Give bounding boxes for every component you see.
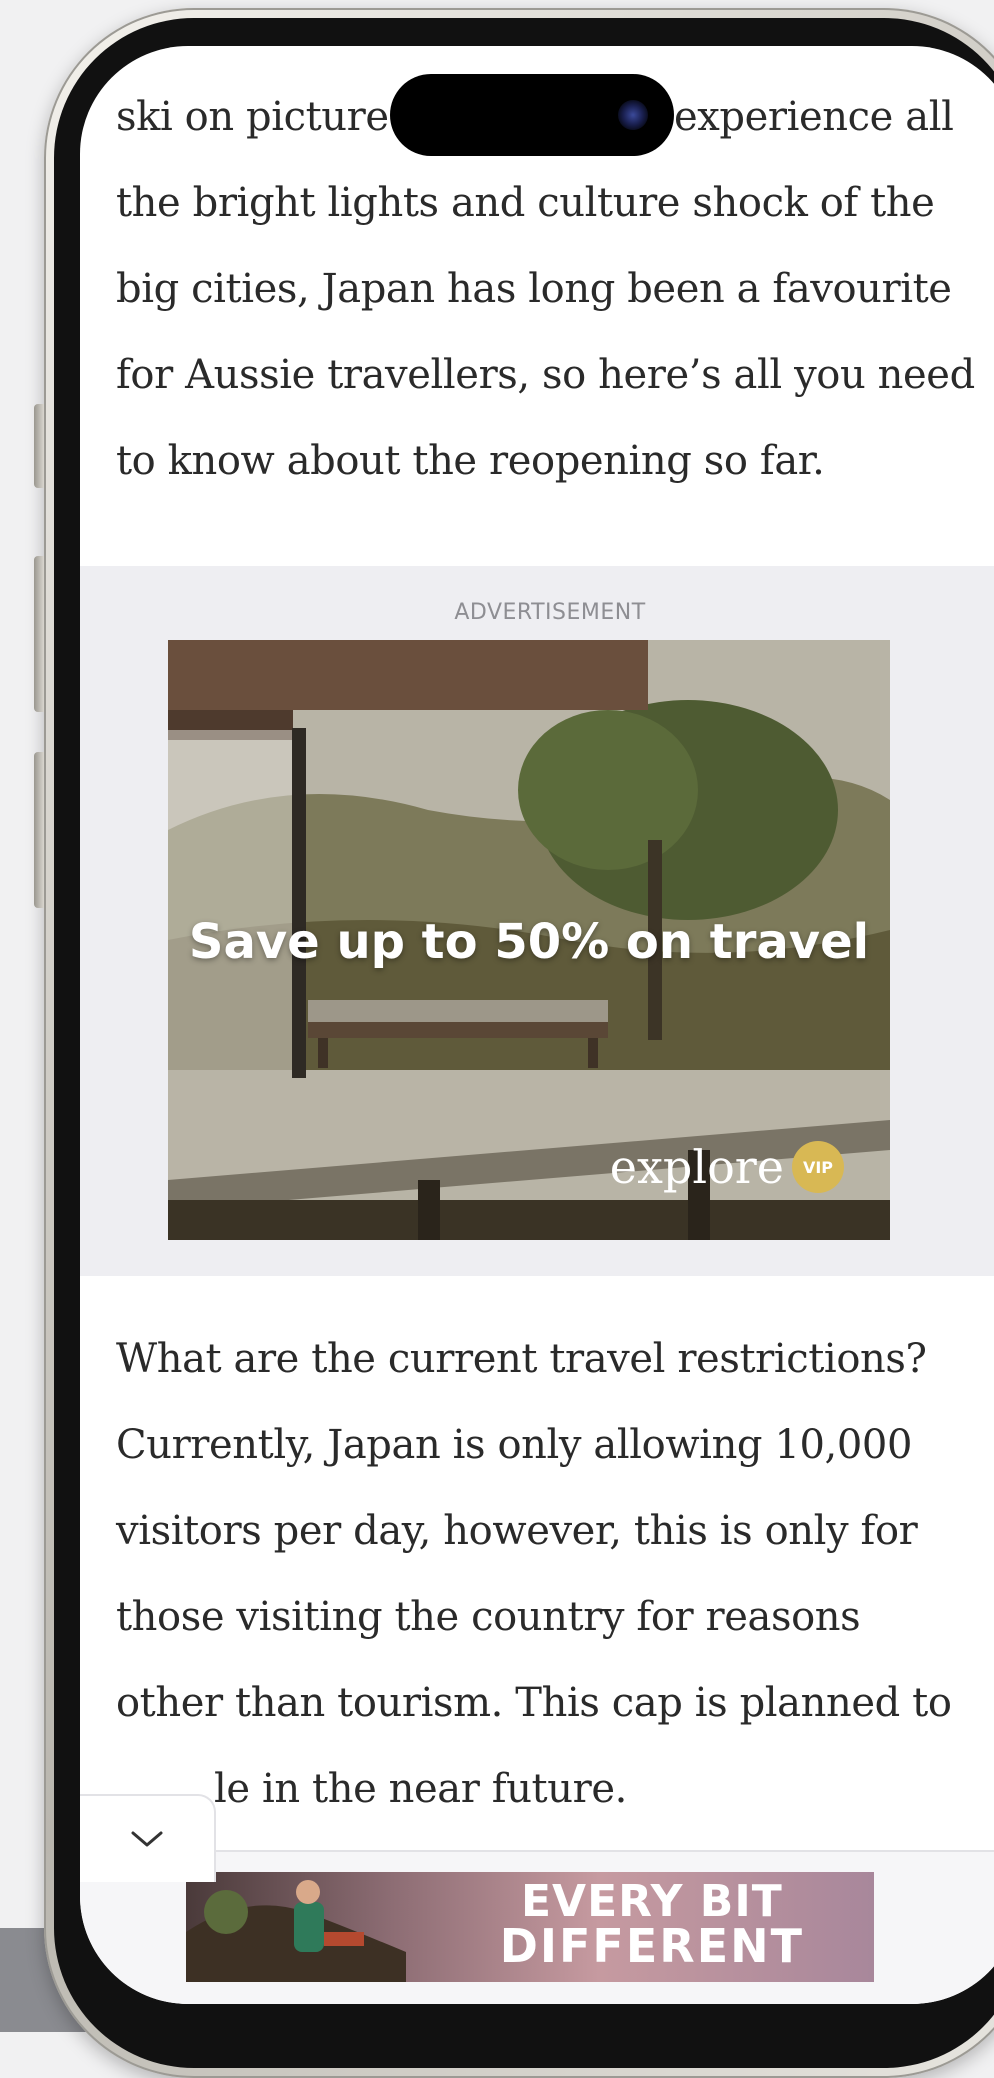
brand-name: explore bbox=[609, 1140, 784, 1194]
article-body-paragraph: What are the current travel restrictions… bbox=[116, 1316, 984, 1832]
advertisement-banner[interactable]: Save up to 50% on travel explore VIP bbox=[168, 640, 890, 1240]
dynamic-island bbox=[390, 74, 674, 156]
body-line: other than tourism. This cap is planned … bbox=[116, 1680, 952, 1726]
intro-line-fragment-right: experience all bbox=[674, 94, 954, 140]
intro-line: to know about the reopening so far. bbox=[116, 438, 825, 484]
body-line: visitors per day, however, this is only … bbox=[116, 1508, 918, 1554]
tagline-line-1: EVERY BIT bbox=[520, 1876, 783, 1927]
sticky-bottom-ad-bar: EVERY BIT DIFFERENT bbox=[80, 1850, 994, 2004]
advertisement-headline: Save up to 50% on travel bbox=[188, 914, 870, 970]
advertisement-brand-logo: explore VIP bbox=[610, 1140, 844, 1194]
chevron-down-icon bbox=[131, 1831, 163, 1847]
volume-up-button bbox=[34, 556, 44, 712]
body-line-partial: le in the near future. bbox=[214, 1766, 627, 1812]
body-line: Currently, Japan is only allowing 10,000 bbox=[116, 1422, 913, 1468]
bottom-advertisement-banner[interactable]: EVERY BIT DIFFERENT bbox=[186, 1872, 874, 1982]
volume-down-button bbox=[34, 752, 44, 908]
collapse-ad-button[interactable] bbox=[80, 1794, 216, 1882]
screen: ski on picture experience all the bright… bbox=[80, 46, 994, 2004]
intro-line: the bright lights and culture shock of t… bbox=[116, 180, 935, 226]
body-line: What are the current travel restrictions… bbox=[116, 1336, 927, 1382]
bottom-ad-tagline: EVERY BIT DIFFERENT bbox=[499, 1876, 804, 1973]
body-line: those visiting the country for reasons bbox=[116, 1594, 861, 1640]
intro-line: big cities, Japan has long been a favour… bbox=[116, 266, 952, 312]
vip-badge-icon: VIP bbox=[792, 1141, 844, 1193]
front-camera-icon bbox=[618, 100, 648, 130]
tagline-line-2: DIFFERENT bbox=[499, 1919, 804, 1973]
intro-line: for Aussie travellers, so here’s all you… bbox=[116, 352, 975, 398]
intro-line-fragment-left: ski on picture bbox=[116, 94, 389, 140]
advertisement-label: ADVERTISEMENT bbox=[454, 600, 646, 625]
advertisement-section: ADVERTISEMENT Save up to 50% on travel e… bbox=[80, 566, 994, 1276]
action-button bbox=[34, 404, 44, 488]
